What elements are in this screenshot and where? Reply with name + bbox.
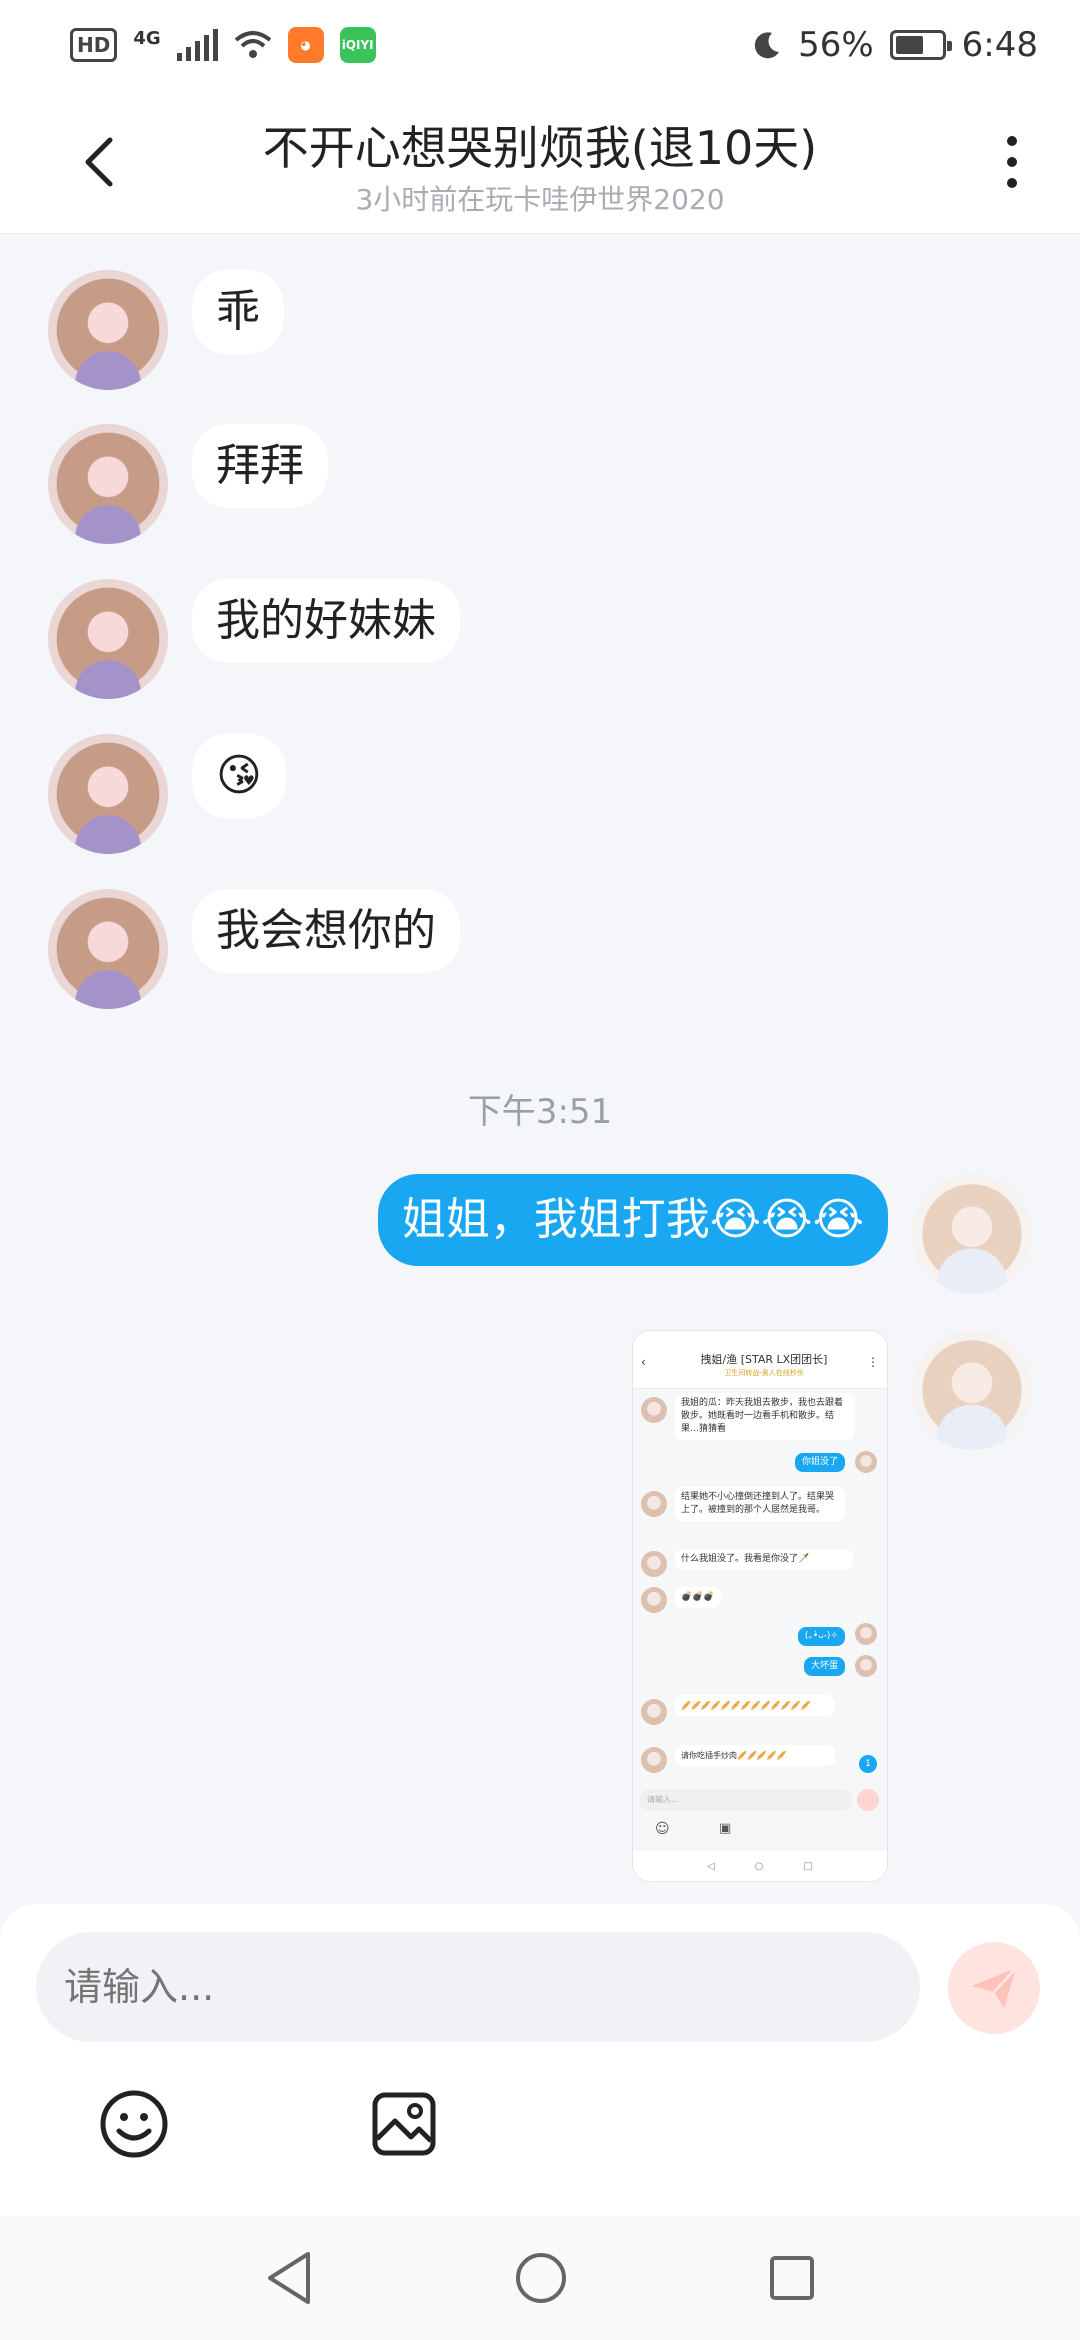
signal-icon [176,29,218,61]
avatar[interactable] [912,1330,1032,1450]
avatar[interactable] [48,889,168,1009]
thumb-message: 💣💣💣 [675,1587,721,1608]
thumb-avatar [855,1451,877,1473]
message-left: 我会想你的 [48,889,460,1009]
more-icon [1007,136,1017,146]
thumb-title: 拽姐/渔 [STAR LX团团长] [700,1353,828,1366]
message-bubble[interactable]: 我会想你的 [192,889,460,973]
thumb-avatar [641,1551,667,1577]
composer [0,1904,1080,2216]
thumb-badge: 1 [859,1755,877,1773]
thumb-header: ‹ 拽姐/渔 [STAR LX团团长] 卫生间转战-奥人在线秒杀 ⋮ [633,1343,887,1389]
network-type: 4G [133,27,161,49]
thumb-emoji-icon: ☺ [655,1821,670,1837]
avatar[interactable] [48,424,168,544]
thumb-avatar [641,1747,667,1773]
app-notification-icon: ◕ [287,27,324,63]
hd-indicator: HD [70,28,118,62]
thumb-back-icon: ‹ [641,1355,646,1369]
thumb-nav-home-icon: ○ [754,1860,764,1872]
thumb-avatar [855,1655,877,1677]
thumb-nav-back-icon: ◁ [707,1860,715,1872]
thumb-nav-recent-icon: □ [803,1860,813,1872]
contact-name: 不开心想哭别烦我(退10天) [262,121,818,175]
status-left: HD 4G ◕ iQIYI [70,27,376,63]
chat-area[interactable]: 乖 拜拜 我的好妹妹 😘 我会想你的 下午3:51 姐姐，我姐打我😭😭😭 ‹ 拽… [0,234,1080,1904]
avatar[interactable] [48,734,168,854]
thumb-more-icon: ⋮ [867,1355,879,1369]
status-bar: HD 4G ◕ iQIYI 56% 6:48 [0,0,1080,90]
moon-icon [754,32,780,59]
avatar[interactable] [48,270,168,390]
avatar[interactable] [48,579,168,699]
thumb-avatar [641,1699,667,1725]
thumb-subtitle: 卫生间转战-奥人在线秒杀 [724,1369,804,1377]
timestamp: 下午3:51 [467,1092,613,1132]
more-button[interactable] [992,132,1032,192]
message-left: 😘 [48,734,286,854]
wifi-icon [234,31,271,58]
thumb-message: 结果她不小心撞倒还撞到人了。结果哭上了。被撞到的那个人居然是我哥。 [675,1487,845,1521]
send-icon [972,1966,1018,2008]
thumb-message-right: 大坏蛋 [803,1657,845,1676]
battery-percent: 56% [798,25,874,65]
iqiyi-notification-icon: iQIYI [339,27,376,63]
message-left: 拜拜 [48,424,328,544]
thumb-message: 我姐的瓜：昨天我姐去散步，我也去跟着散步。她既看时一边看手机和散步。结果…猜猜看 [675,1393,855,1440]
message-left: 我的好妹妹 [48,579,460,699]
message-right: ‹ 拽姐/渔 [STAR LX团团长] 卫生间转战-奥人在线秒杀 ⋮ 我姐的瓜：… [632,1330,1032,1882]
thumb-image-icon: ▣ [719,1821,732,1836]
thumb-message: 什么我姐没了。我看是你没了🗡️ [675,1549,853,1570]
message-input[interactable] [36,1932,920,2042]
thumb-message: 🥖🥖🥖🥖🥖🥖🥖🥖🥖🥖🥖🥖🥖 [675,1695,835,1716]
message-bubble[interactable]: 姐姐，我姐打我😭😭😭 [377,1174,888,1266]
thumb-message-right: 你姐没了 [794,1453,845,1472]
clock: 6:48 [961,25,1038,65]
nav-home-icon[interactable] [514,2251,568,2305]
message-bubble[interactable]: 乖 [192,270,284,354]
contact-status: 3小时前在玩卡哇伊世界2020 [355,183,725,216]
image-button[interactable] [366,2086,442,2162]
thumb-message: 请你吃插手炒肉🥖🥖🥖🥖🥖 [675,1745,835,1766]
chat-header: 不开心想哭别烦我(退10天) 3小时前在玩卡哇伊世界2020 [0,90,1080,234]
thumb-tools: ☺ ▣ [633,1815,887,1845]
shared-image[interactable]: ‹ 拽姐/渔 [STAR LX团团长] 卫生间转战-奥人在线秒杀 ⋮ 我姐的瓜：… [632,1330,888,1882]
thumb-avatar [641,1491,667,1517]
message-left: 乖 [48,270,284,390]
emoji-button[interactable] [96,2086,172,2162]
thumb-input: 请输入... [639,1789,853,1811]
message-bubble[interactable]: 我的好妹妹 [192,579,460,663]
avatar[interactable] [912,1174,1032,1294]
thumb-avatar [641,1587,667,1613]
message-right: 姐姐，我姐打我😭😭😭 [377,1174,1032,1294]
nav-recent-icon[interactable] [768,2254,816,2302]
message-bubble[interactable]: 😘 [192,734,286,818]
thumb-status-bar [633,1331,887,1343]
thumb-avatar [641,1397,667,1423]
status-right: 56% 6:48 [752,25,1038,65]
battery-icon [889,30,952,60]
thumb-message-right: (｡•̀ᴗ-)✧ [797,1627,845,1646]
system-nav-bar [0,2216,1080,2340]
image-icon [372,2092,436,2156]
thumb-send-icon [857,1789,879,1811]
thumb-avatar [855,1623,877,1645]
nav-back-icon[interactable] [264,2250,314,2306]
message-bubble[interactable]: 拜拜 [192,424,328,508]
emoji-icon [100,2090,168,2158]
send-button[interactable] [948,1942,1040,2034]
thumb-nav: ◁ ○ □ [633,1851,887,1881]
